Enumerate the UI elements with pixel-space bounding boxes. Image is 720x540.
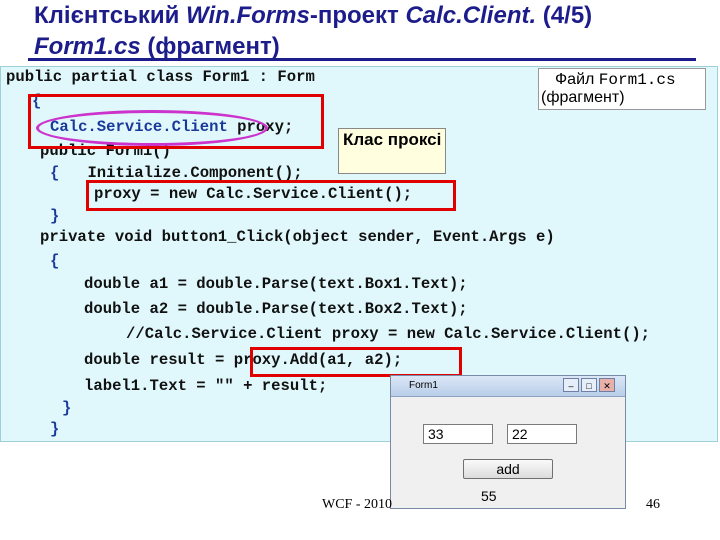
code-token: double result = (84, 351, 234, 369)
code-line: } (50, 207, 60, 225)
form1-window: Form1 – □ ✕ 33 22 add 55 (390, 375, 626, 509)
subtitle-text: Form1.cs (34, 33, 141, 60)
title-text: Win.Forms (186, 2, 310, 29)
footer-text: WCF - 2010 (322, 497, 392, 512)
code-token: { (50, 164, 88, 182)
code-line: double a2 = double.Parse(text.Box2.Text)… (84, 300, 468, 318)
file-label-text: Form1.cs (598, 71, 676, 89)
title-rule (28, 58, 696, 61)
code-line: public partial class Form1 : Form (6, 68, 315, 86)
subtitle-text: (фрагмент) (140, 33, 280, 60)
textbox1-input[interactable]: 33 (423, 424, 493, 444)
code-line: { (50, 252, 60, 270)
page-number: 46 (646, 497, 660, 512)
title-text: Клієнтський (34, 2, 187, 29)
maximize-icon[interactable]: □ (581, 378, 597, 392)
file-label-text: Файл (555, 71, 599, 88)
highlight-proxy-type-oval (36, 110, 268, 146)
file-label-box: Файл Form1.cs (фрагмент) (538, 68, 706, 110)
title-text: (4/5) (536, 2, 593, 29)
textbox2-input[interactable]: 22 (507, 424, 577, 444)
highlight-proxy-add (250, 347, 462, 377)
add-button[interactable]: add (463, 459, 553, 479)
code-line: label1.Text = "" + result; (84, 377, 328, 395)
slide-title: Клієнтський Win.Forms-проект Calc.Client… (34, 0, 704, 62)
file-label-line2: (фрагмент) (541, 89, 625, 106)
note-text: Клас проксі (343, 130, 442, 149)
result-label: 55 (481, 488, 497, 504)
title-text: -проект (309, 2, 406, 29)
window-title: Form1 (409, 380, 438, 391)
code-line: double a1 = double.Parse(text.Box1.Text)… (84, 275, 468, 293)
proxy-class-note: Клас проксі (338, 128, 447, 174)
highlight-proxy-init (86, 180, 456, 211)
code-line: //Calc.Service.Client proxy = new Calc.S… (126, 325, 651, 343)
close-icon[interactable]: ✕ (599, 378, 615, 392)
code-line: private void button1_Click(object sender… (40, 228, 555, 246)
title-text: Calc.Client. (405, 2, 537, 29)
minimize-icon[interactable]: – (563, 378, 579, 392)
code-line: } (62, 399, 72, 417)
form1-titlebar[interactable]: Form1 – □ ✕ (391, 376, 625, 397)
file-label-line1: Файл Form1.cs (555, 71, 676, 89)
code-line: } (50, 420, 60, 438)
